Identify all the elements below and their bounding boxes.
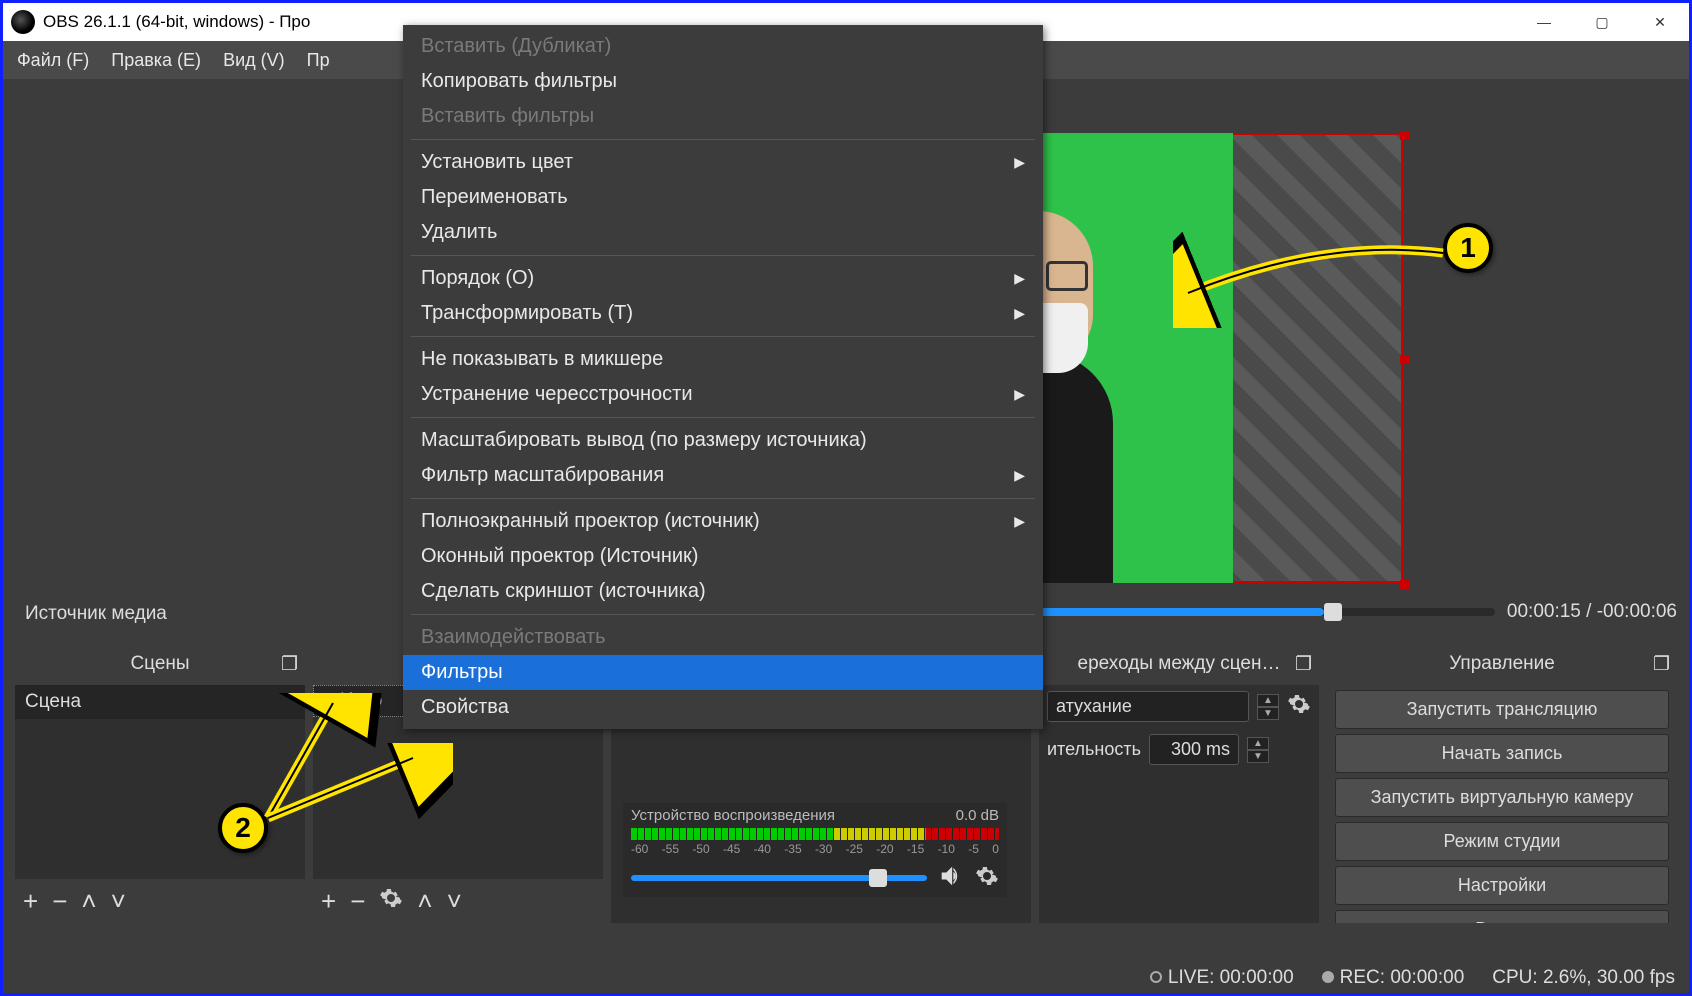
media-source-label: Источник медиа <box>25 603 167 625</box>
scenes-panel: Сцены ❐ Сцена + − ˄ ˅ <box>15 643 305 923</box>
exit-button[interactable]: Выход <box>1335 910 1669 923</box>
transitions-panel: ереходы между сцен… ❐ атухание ▲▼ ительн… <box>1039 643 1319 923</box>
audio-ticks: -60-55-50 -45-40-35 -30-25-20 -15-10-5 0 <box>631 842 999 856</box>
duration-label: ительность <box>1047 739 1141 760</box>
submenu-arrow-icon: ▶ <box>1014 154 1025 171</box>
menu-file[interactable]: Файл (F) <box>17 50 89 71</box>
annotation-badge-1: 1 <box>1443 223 1493 273</box>
obs-logo-icon <box>11 10 35 34</box>
move-up-icon[interactable]: ˄ <box>417 886 432 917</box>
controls-panel: Управление ❐ Запустить трансляцию Начать… <box>1327 643 1677 923</box>
popout-icon[interactable]: ❐ <box>1653 653 1671 671</box>
playback-time: 00:00:15 / -00:00:06 <box>1507 601 1677 623</box>
scenes-toolbar: + − ˄ ˅ <box>15 879 305 923</box>
gear-icon[interactable] <box>975 864 999 891</box>
sources-toolbar: + − ˄ ˅ <box>313 879 603 923</box>
scenes-title: Сцены <box>130 653 189 675</box>
menu-view[interactable]: Вид (V) <box>223 50 285 71</box>
submenu-arrow-icon: ▶ <box>1014 513 1025 530</box>
submenu-arrow-icon: ▶ <box>1014 270 1025 287</box>
rec-status: REC: 00:00:00 <box>1322 967 1465 989</box>
live-status: LIVE: 00:00:00 <box>1150 967 1294 989</box>
move-down-icon[interactable]: ˅ <box>111 886 126 917</box>
speaker-icon[interactable] <box>937 862 965 893</box>
cpu-status: CPU: 2.6%, 30.00 fps <box>1492 967 1675 989</box>
context-menu-item[interactable]: Установить цвет▶ <box>403 145 1043 180</box>
source-item-label: Исто <box>340 690 382 712</box>
context-menu-item[interactable]: Полноэкранный проектор (источник)▶ <box>403 504 1043 539</box>
resize-handle[interactable] <box>1400 131 1409 140</box>
source-context-menu: Вставить (Дубликат)Копировать фильтрыВст… <box>403 25 1043 729</box>
duration-input[interactable]: 300 ms <box>1149 734 1239 765</box>
context-menu-item[interactable]: Порядок (O)▶ <box>403 261 1043 296</box>
controls-title: Управление <box>1449 653 1555 675</box>
context-menu-item[interactable]: Оконный проектор (Источник) <box>403 539 1043 574</box>
context-menu-item[interactable]: Удалить <box>403 215 1043 250</box>
add-icon[interactable]: + <box>23 886 38 917</box>
context-menu-item[interactable]: Копировать фильтры <box>403 64 1043 99</box>
scene-item[interactable]: Сцена <box>15 685 305 719</box>
volume-slider[interactable] <box>631 875 927 881</box>
context-menu-item: Взаимодействовать <box>403 620 1043 655</box>
annotation-badge-2: 2 <box>218 803 268 853</box>
remove-icon[interactable]: − <box>52 886 67 917</box>
window-minimize-button[interactable]: — <box>1515 3 1573 41</box>
window-close-button[interactable]: ✕ <box>1631 3 1689 41</box>
context-menu-item[interactable]: Не показывать в микшере <box>403 342 1043 377</box>
resize-handle[interactable] <box>1400 580 1409 589</box>
context-menu-item[interactable]: Свойства <box>403 690 1043 725</box>
transition-spin[interactable]: ▲▼ <box>1257 694 1279 720</box>
remove-icon[interactable]: − <box>350 886 365 917</box>
context-menu-item[interactable]: Фильтр масштабирования▶ <box>403 458 1043 493</box>
start-record-button[interactable]: Начать запись <box>1335 734 1669 773</box>
window-maximize-button[interactable]: ▢ <box>1573 3 1631 41</box>
gear-icon[interactable] <box>1287 692 1311 721</box>
submenu-arrow-icon: ▶ <box>1014 386 1025 403</box>
context-menu-item[interactable]: Сделать скриншот (источника) <box>403 574 1043 609</box>
context-menu-item[interactable]: Трансформировать (T)▶ <box>403 296 1043 331</box>
statusbar: LIVE: 00:00:00 REC: 00:00:00 CPU: 2.6%, … <box>1150 967 1675 989</box>
context-menu-item[interactable]: Переименовать <box>403 180 1043 215</box>
menu-more[interactable]: Пр <box>307 50 330 71</box>
submenu-arrow-icon: ▶ <box>1014 305 1025 322</box>
resize-handle[interactable] <box>1400 355 1409 364</box>
popout-icon[interactable]: ❐ <box>1295 653 1313 671</box>
start-stream-button[interactable]: Запустить трансляцию <box>1335 690 1669 729</box>
settings-button[interactable]: Настройки <box>1335 866 1669 905</box>
add-icon[interactable]: + <box>321 886 336 917</box>
move-up-icon[interactable]: ˄ <box>81 886 96 917</box>
context-menu-item[interactable]: Фильтры <box>403 655 1043 690</box>
duration-spin[interactable]: ▲▼ <box>1247 737 1269 763</box>
rec-icon <box>1322 971 1334 983</box>
context-menu-item[interactable]: Устранение чересстрочности▶ <box>403 377 1043 412</box>
media-icon <box>322 693 334 709</box>
gear-icon[interactable] <box>379 886 403 917</box>
live-icon <box>1150 971 1162 983</box>
popout-icon[interactable]: ❐ <box>281 653 299 671</box>
context-menu-item[interactable]: Масштабировать вывод (по размеру источни… <box>403 423 1043 458</box>
studio-mode-button[interactable]: Режим студии <box>1335 822 1669 861</box>
menu-edit[interactable]: Правка (E) <box>111 50 201 71</box>
submenu-arrow-icon: ▶ <box>1014 467 1025 484</box>
start-virtualcam-button[interactable]: Запустить виртуальную камеру <box>1335 778 1669 817</box>
audio-meter <box>631 828 999 840</box>
transition-select[interactable]: атухание <box>1047 691 1249 722</box>
audio-mixer-item: Устройство воспроизведения 0.0 dB -60-55… <box>623 803 1007 897</box>
context-menu-item: Вставить фильтры <box>403 99 1043 134</box>
context-menu-item: Вставить (Дубликат) <box>403 29 1043 64</box>
move-down-icon[interactable]: ˅ <box>447 886 462 917</box>
audio-db: 0.0 dB <box>956 807 999 824</box>
audio-source-name: Устройство воспроизведения <box>631 807 835 824</box>
transitions-title: ереходы между сцен… <box>1078 653 1281 675</box>
